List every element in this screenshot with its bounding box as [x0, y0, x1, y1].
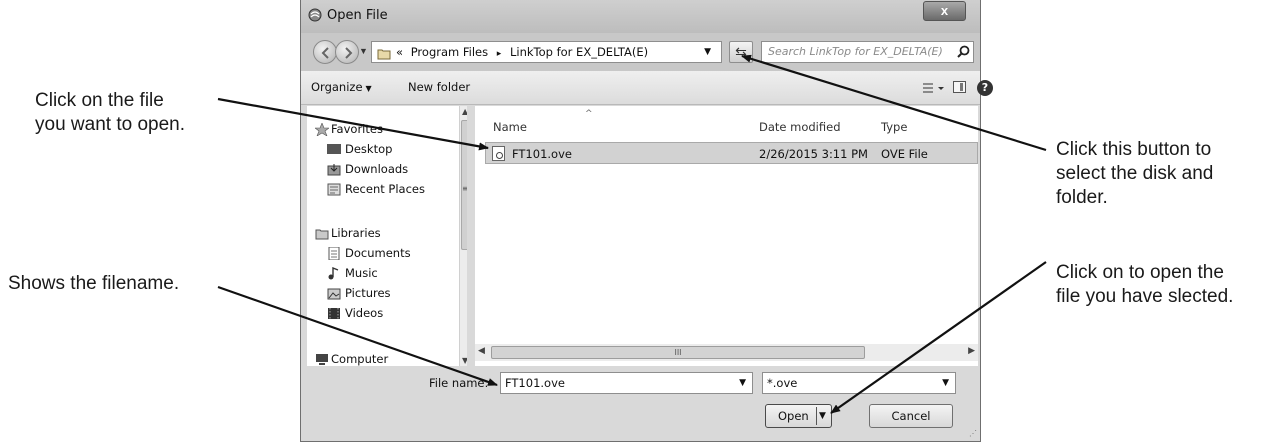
star-icon — [314, 122, 330, 137]
resize-grip-icon[interactable]: ⋰ — [969, 429, 977, 438]
callout-disk-folder-line3: folder. — [1056, 187, 1108, 208]
videos-icon — [327, 307, 341, 320]
breadcrumb-program-files[interactable]: Program Files — [411, 45, 488, 59]
column-header-name[interactable]: Name — [493, 120, 527, 134]
column-header-type[interactable]: Type — [881, 120, 907, 134]
organize-menu[interactable]: Organize ▼ — [311, 80, 372, 94]
callout-disk-folder-line2: select the disk and — [1056, 163, 1214, 184]
file-list: Name ^ Date modified Type FT101.ove 2/26… — [475, 106, 978, 366]
nav-label-desktop: Desktop — [345, 142, 393, 156]
new-folder-button[interactable]: New folder — [408, 80, 470, 94]
close-button[interactable]: x — [923, 1, 966, 21]
desktop-icon — [327, 143, 341, 156]
title-bar[interactable]: Open File x — [301, 0, 980, 33]
search-input[interactable]: Search LinkTop for EX_DELTA(E) — [761, 41, 974, 63]
organize-label: Organize — [311, 80, 363, 94]
app-icon — [308, 8, 322, 22]
back-arrow-icon — [321, 47, 329, 59]
music-icon — [327, 266, 341, 280]
downloads-icon — [327, 163, 341, 176]
file-icon — [492, 146, 505, 161]
cancel-button[interactable]: Cancel — [869, 404, 953, 428]
file-row-ft101[interactable]: FT101.ove 2/26/2015 3:11 PM OVE File — [485, 142, 978, 164]
command-toolbar: Organize ▼ New folder ? — [301, 71, 993, 105]
callout-open-button: Click on to open the file you have slect… — [1056, 261, 1233, 309]
file-type: OVE File — [881, 147, 928, 161]
file-name-dropdown-icon[interactable]: ▼ — [739, 373, 746, 393]
callout-click-file-line2: you want to open. — [35, 114, 185, 135]
file-name-input[interactable]: FT101.ove ▼ — [500, 372, 753, 394]
split-divider — [816, 407, 817, 425]
address-dropdown-button[interactable]: ▼ — [704, 42, 711, 62]
nav-label-favorites: Favorites — [331, 122, 383, 136]
nav-label-libraries: Libraries — [331, 226, 381, 240]
file-date-modified: 2/26/2015 3:11 PM — [759, 147, 868, 161]
breadcrumb-linktop-folder[interactable]: LinkTop for EX_DELTA(E) — [510, 45, 648, 59]
breadcrumb-overflow[interactable]: « — [396, 45, 403, 59]
file-type-dropdown-icon[interactable]: ▼ — [942, 373, 949, 393]
file-type-select[interactable]: *.ove ▼ — [762, 372, 956, 394]
callout-click-file: Click on the file you want to open. — [35, 89, 185, 137]
view-list-icon — [923, 83, 944, 93]
open-file-dialog: Open File x ▼ « Program Files ▸ LinkTop … — [300, 0, 993, 442]
search-icon[interactable] — [957, 45, 975, 63]
pictures-icon — [327, 287, 341, 300]
nav-label-computer: Computer — [331, 352, 389, 366]
back-button[interactable] — [313, 40, 337, 64]
scroll-grip-icon: ≡ — [462, 184, 467, 193]
file-name-label: File name: — [429, 376, 489, 390]
scroll-right-icon[interactable]: ▶ — [968, 346, 975, 356]
open-button[interactable]: Open ▼ — [765, 404, 832, 428]
nav-label-documents: Documents — [345, 246, 411, 260]
window-title: Open File — [327, 8, 388, 23]
open-options-dropdown-icon[interactable]: ▼ — [819, 405, 826, 427]
column-header-date-modified[interactable]: Date modified — [759, 120, 841, 134]
callout-click-file-line1: Click on the file — [35, 90, 164, 111]
callout-open-button-line2: file you have slected. — [1056, 286, 1234, 307]
forward-arrow-icon — [345, 47, 353, 59]
nav-label-recent-places: Recent Places — [345, 182, 425, 196]
file-list-horizontal-scrollbar[interactable]: ◀ III ▶ — [475, 344, 978, 361]
documents-icon — [327, 246, 341, 261]
file-name-value: FT101.ove — [505, 376, 565, 390]
sort-ascending-icon: ^ — [585, 109, 593, 119]
caret-down-icon: ▼ — [365, 84, 372, 93]
recent-places-icon — [327, 183, 341, 196]
callout-open-button-line1: Click on to open the — [1056, 262, 1224, 283]
open-button-label: Open — [778, 409, 809, 423]
callout-disk-folder: Click this button to select the disk and… — [1056, 138, 1213, 210]
change-view-button[interactable] — [922, 82, 946, 97]
folder-icon — [377, 46, 391, 66]
nav-label-videos: Videos — [345, 306, 384, 320]
navigation-bar: ▼ « Program Files ▸ LinkTop for EX_DELTA… — [301, 33, 980, 71]
nav-pane-scrollbar[interactable]: ▲ ≡ ▼ — [459, 106, 467, 366]
callout-filename: Shows the filename. — [8, 273, 180, 294]
refresh-button[interactable]: ⇆ — [729, 41, 753, 63]
scroll-down-icon[interactable]: ▼ — [462, 356, 467, 365]
computer-icon — [315, 353, 329, 366]
forward-button[interactable] — [335, 40, 359, 64]
refresh-icon: ⇆ — [735, 44, 747, 60]
breadcrumb-separator-icon[interactable]: ▸ — [497, 49, 502, 59]
callout-disk-folder-line1: Click this button to — [1056, 139, 1212, 160]
nav-label-downloads: Downloads — [345, 162, 409, 176]
scroll-up-icon[interactable]: ▲ — [462, 107, 467, 116]
file-name: FT101.ove — [512, 147, 572, 161]
address-bar[interactable]: « Program Files ▸ LinkTop for EX_DELTA(E… — [371, 41, 722, 63]
preview-pane-icon[interactable] — [953, 81, 966, 93]
file-type-value: *.ove — [767, 376, 798, 390]
nav-label-music: Music — [345, 266, 378, 280]
libraries-icon — [315, 227, 329, 240]
scroll-left-icon[interactable]: ◀ — [478, 346, 485, 356]
help-icon[interactable]: ? — [977, 80, 993, 96]
nav-label-pictures: Pictures — [345, 286, 391, 300]
recent-locations-dropdown-icon[interactable]: ▼ — [359, 46, 368, 56]
horizontal-scroll-thumb[interactable]: III — [491, 346, 865, 359]
navigation-pane: Favorites Desktop Downloads Recent Place… — [307, 106, 467, 366]
